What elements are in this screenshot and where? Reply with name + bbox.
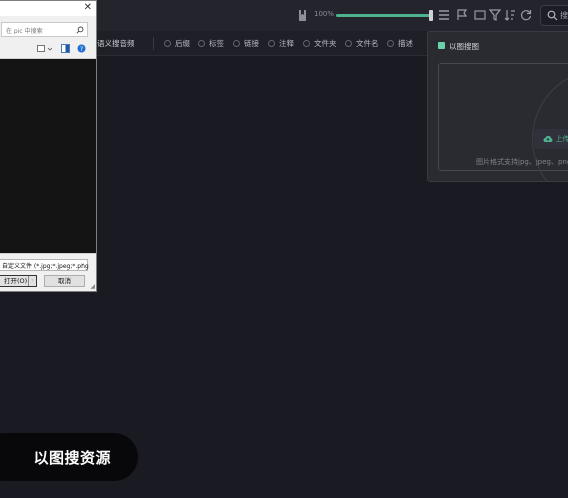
- semantic-audio-search[interactable]: 语义搜音频: [97, 38, 135, 49]
- dialog-search-input[interactable]: 在 pic 中搜索: [1, 22, 88, 37]
- supported-formats-text: 图片格式支持jpg、jpeg、png、j: [476, 158, 568, 166]
- checkbox[interactable]: [345, 40, 352, 47]
- open-button-label: 打开(O): [4, 277, 28, 285]
- cloud-upload-icon: [543, 135, 552, 142]
- dialog-file-list[interactable]: [0, 58, 96, 254]
- divider: [153, 37, 154, 50]
- image-drop-zone[interactable]: 上传 图片格式支持jpg、jpeg、png、j: [438, 63, 568, 181]
- upload-button-label: 上传: [555, 135, 568, 143]
- search-icon: [547, 10, 558, 21]
- checkbox[interactable]: [233, 40, 240, 47]
- image-search-panel: 以图搜图 上传 图片格式支持jpg、jpeg、png、j: [427, 31, 568, 182]
- zoom-slider-fill: [336, 14, 431, 17]
- search-button-label: 搜: [560, 11, 568, 20]
- filter-option-links[interactable]: 链接: [233, 38, 259, 49]
- filter-option-folder[interactable]: 文件夹: [303, 38, 337, 49]
- filter-option-description[interactable]: 描述: [387, 38, 413, 49]
- checkbox[interactable]: [268, 40, 275, 47]
- svg-text:?: ?: [80, 45, 83, 53]
- filter-icon[interactable]: [488, 8, 502, 22]
- zoom-level-text: 100%: [314, 10, 335, 18]
- rectangle-icon[interactable]: [473, 8, 487, 22]
- dialog-title-bar: ✕: [0, 1, 96, 16]
- checkbox[interactable]: [164, 40, 171, 47]
- filter-option-filename[interactable]: 文件名: [345, 38, 379, 49]
- checkbox[interactable]: [198, 40, 205, 47]
- file-type-select[interactable]: 自定义文件 (*.jpg;*.jpeg;*.png ⌄: [0, 259, 89, 271]
- checkbox[interactable]: [387, 40, 394, 47]
- help-icon[interactable]: ?: [77, 44, 86, 53]
- file-type-value: 自定义文件 (*.jpg;*.jpeg;*.png: [2, 263, 89, 270]
- cancel-button[interactable]: 取消: [44, 275, 85, 287]
- filter-option-tags[interactable]: 标签: [198, 38, 224, 49]
- upload-button[interactable]: 上传: [534, 129, 568, 149]
- list-icon[interactable]: [437, 8, 451, 22]
- preview-pane-icon[interactable]: [61, 44, 70, 53]
- filter-option-notes[interactable]: 注释: [268, 38, 294, 49]
- dialog-toolbar: ?: [0, 41, 96, 57]
- chevron-down-icon[interactable]: ▾: [28, 276, 36, 286]
- filter-option-suffix[interactable]: 后缀: [164, 38, 190, 49]
- file-open-dialog: ✕ 在 pic 中搜索 ? 自定义文件 (*.jpg;*.jpeg;*.png …: [0, 0, 97, 292]
- feature-caption: 以图搜资源: [0, 433, 138, 481]
- image-search-title: 以图搜图: [449, 42, 479, 51]
- book-icon[interactable]: [298, 9, 308, 22]
- search-button[interactable]: 搜: [540, 5, 568, 26]
- flag-icon[interactable]: [455, 8, 469, 22]
- sort-icon[interactable]: [503, 8, 517, 22]
- image-search-checkbox[interactable]: [438, 42, 445, 49]
- close-icon[interactable]: ✕: [84, 2, 92, 13]
- checkbox[interactable]: [303, 40, 310, 47]
- refresh-icon[interactable]: [519, 8, 533, 22]
- resize-grip-icon[interactable]: ◢: [90, 283, 95, 290]
- zoom-slider[interactable]: [336, 14, 431, 17]
- view-options-icon[interactable]: [37, 45, 53, 53]
- search-icon: [76, 26, 84, 34]
- feature-caption-text: 以图搜资源: [33, 448, 111, 467]
- chevron-down-icon: ⌄: [79, 260, 85, 267]
- dialog-search-placeholder: 在 pic 中搜索: [6, 28, 43, 35]
- zoom-slider-handle[interactable]: [429, 10, 433, 21]
- open-button[interactable]: 打开(O) ▾: [0, 275, 37, 287]
